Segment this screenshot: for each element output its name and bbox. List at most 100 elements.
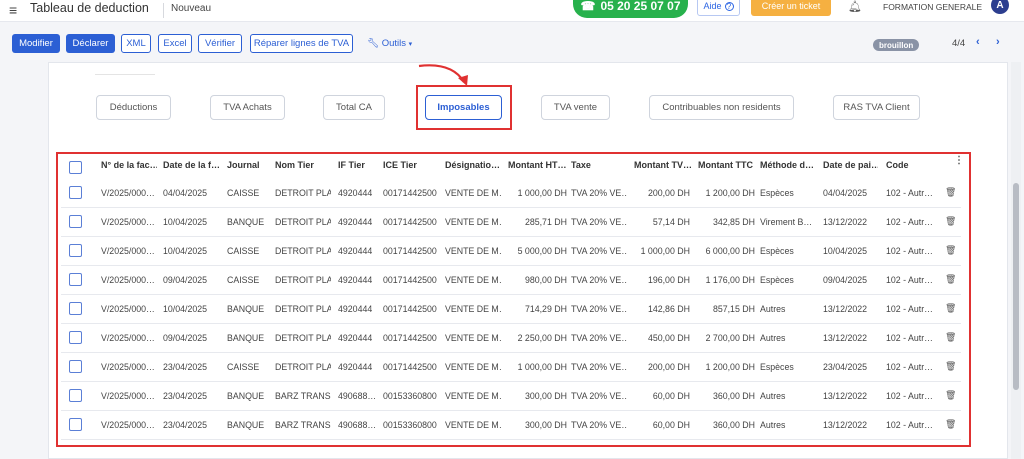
kebab-icon[interactable]: ⋮ <box>954 155 964 166</box>
table-cell: 857,15 DH <box>712 304 755 314</box>
table-cell: Autres <box>760 333 786 343</box>
table-cell: VENTE DE M… <box>445 420 501 430</box>
table-cell: V/2025/000… <box>101 275 155 285</box>
trash-icon[interactable]: 🗑︎ <box>945 361 956 372</box>
trash-icon[interactable]: 🗑︎ <box>945 332 956 343</box>
trash-icon[interactable]: 🗑︎ <box>945 187 956 198</box>
table-cell: VENTE DE M… <box>445 304 501 314</box>
table-cell: DETROIT PLA… <box>275 362 331 372</box>
row-checkbox[interactable] <box>69 418 82 431</box>
table-cell: TVA 20% VE… <box>571 188 627 198</box>
table-row[interactable]: V/2025/000… 10/04/2025 BANQUE DETROIT PLA… 4… <box>61 208 961 237</box>
row-checkbox[interactable] <box>69 389 82 402</box>
column-header[interactable]: Date de pai… <box>823 160 878 170</box>
column-header[interactable]: Code <box>886 160 926 170</box>
table-cell: 5 000,00 DH <box>517 246 567 256</box>
select-all-checkbox[interactable] <box>69 161 82 174</box>
table-row[interactable]: V/2025/000… 23/04/2025 BANQUE BARZ TRANS… 49… <box>61 382 961 411</box>
column-header[interactable]: Date de la f… <box>163 160 220 170</box>
row-checkbox[interactable] <box>69 244 82 257</box>
table-cell: 300,00 DH <box>524 391 567 401</box>
table-cell: 196,00 DH <box>647 275 690 285</box>
table-cell: BANQUE <box>227 217 265 227</box>
table-row[interactable]: V/2025/000… 09/04/2025 CAISSE DETROIT PLA… 4… <box>61 266 961 295</box>
row-checkbox[interactable] <box>69 186 82 199</box>
table-cell: 490688… <box>338 391 376 401</box>
table-cell: 1 176,00 DH <box>705 275 755 285</box>
table-header: N° de la fac… Date de la f… Journal Nom … <box>61 154 961 178</box>
column-header[interactable]: Montant TTC <box>698 160 756 170</box>
trash-icon[interactable]: 🗑︎ <box>945 419 956 430</box>
table-cell: 00171442500… <box>383 246 437 256</box>
table-cell: 342,85 DH <box>712 217 755 227</box>
table-cell: 142,86 DH <box>647 304 690 314</box>
table-cell: 4920444 <box>338 275 373 285</box>
row-checkbox[interactable] <box>69 273 82 286</box>
table-cell: 23/04/2025 <box>163 420 208 430</box>
trash-icon[interactable]: 🗑︎ <box>945 274 956 285</box>
table-row[interactable]: V/2025/000… 10/04/2025 CAISSE DETROIT PLA… 4… <box>61 237 961 266</box>
column-header[interactable]: Méthode d… <box>760 160 816 170</box>
row-checkbox[interactable] <box>69 331 82 344</box>
table-row[interactable]: V/2025/000… 10/04/2025 BANQUE DETROIT PLA… 4… <box>61 295 961 324</box>
table-row[interactable]: V/2025/000… 09/04/2025 BANQUE DETROIT PLA… 4… <box>61 324 961 353</box>
table-cell: 102 - Autr… <box>886 420 933 430</box>
column-header[interactable]: Désignatio… <box>445 160 501 170</box>
table-cell: TVA 20% VE… <box>571 217 627 227</box>
row-checkbox[interactable] <box>69 215 82 228</box>
table-cell: Espèces <box>760 188 794 198</box>
table-cell: 300,00 DH <box>524 420 567 430</box>
table-cell: TVA 20% VE… <box>571 275 627 285</box>
column-header[interactable]: ICE Tier <box>383 160 437 170</box>
table-cell: 13/12/2022 <box>823 304 868 314</box>
table-row[interactable]: V/2025/000… 23/04/2025 BANQUE BARZ TRANS… 49… <box>61 411 961 440</box>
table-cell: CAISSE <box>227 275 260 285</box>
column-header[interactable]: Nom Tier <box>275 160 331 170</box>
table-cell: 102 - Autr… <box>886 188 933 198</box>
trash-icon[interactable]: 🗑︎ <box>945 216 956 227</box>
table-cell: 13/12/2022 <box>823 333 868 343</box>
column-header[interactable]: Journal <box>227 160 271 170</box>
table-cell: 4920444 <box>338 246 373 256</box>
table-cell: Autres <box>760 420 786 430</box>
table-cell: V/2025/000… <box>101 304 155 314</box>
column-header[interactable]: N° de la fac… <box>101 160 157 170</box>
table-row[interactable]: V/2025/000… 23/04/2025 CAISSE DETROIT PLA… 4… <box>61 353 961 382</box>
table-cell: 13/12/2022 <box>823 420 868 430</box>
table-cell: 102 - Autr… <box>886 246 933 256</box>
table-cell: V/2025/000… <box>101 391 155 401</box>
table-cell: TVA 20% VE… <box>571 304 627 314</box>
table-cell: 04/04/2025 <box>823 188 868 198</box>
trash-icon[interactable]: 🗑︎ <box>945 303 956 314</box>
table-cell: 1 000,00 DH <box>517 188 567 198</box>
column-header[interactable]: Montant TV… <box>634 160 692 170</box>
table-cell: 60,00 DH <box>652 420 690 430</box>
trash-icon[interactable]: 🗑︎ <box>945 245 956 256</box>
table-cell: 102 - Autr… <box>886 304 933 314</box>
table-cell: TVA 20% VE… <box>571 391 627 401</box>
column-header[interactable]: IF Tier <box>338 160 376 170</box>
table-cell: 00171442500… <box>383 275 437 285</box>
table-cell: CAISSE <box>227 188 260 198</box>
table-cell: 13/12/2022 <box>823 217 868 227</box>
table-cell: 980,00 DH <box>524 275 567 285</box>
table-cell: VENTE DE M… <box>445 333 501 343</box>
column-header[interactable]: Taxe <box>571 160 627 170</box>
column-header[interactable]: Montant HT… <box>508 160 567 170</box>
table-cell: BANQUE <box>227 391 265 401</box>
table-cell: DETROIT PLA… <box>275 188 331 198</box>
table-cell: 1 200,00 DH <box>705 188 755 198</box>
table-cell: VENTE DE M… <box>445 188 501 198</box>
trash-icon[interactable]: 🗑︎ <box>945 390 956 401</box>
table-cell: V/2025/000… <box>101 188 155 198</box>
row-checkbox[interactable] <box>69 360 82 373</box>
table-cell: Espèces <box>760 275 794 285</box>
table-cell: Espèces <box>760 362 794 372</box>
row-checkbox[interactable] <box>69 302 82 315</box>
table-cell: 1 200,00 DH <box>705 362 755 372</box>
table-cell: 04/04/2025 <box>163 188 208 198</box>
table-cell: 23/04/2025 <box>823 362 868 372</box>
table-row[interactable]: V/2025/000… 04/04/2025 CAISSE DETROIT PLA… 4… <box>61 179 961 208</box>
table-cell: TVA 20% VE… <box>571 246 627 256</box>
table-cell: 1 000,00 DH <box>640 246 690 256</box>
